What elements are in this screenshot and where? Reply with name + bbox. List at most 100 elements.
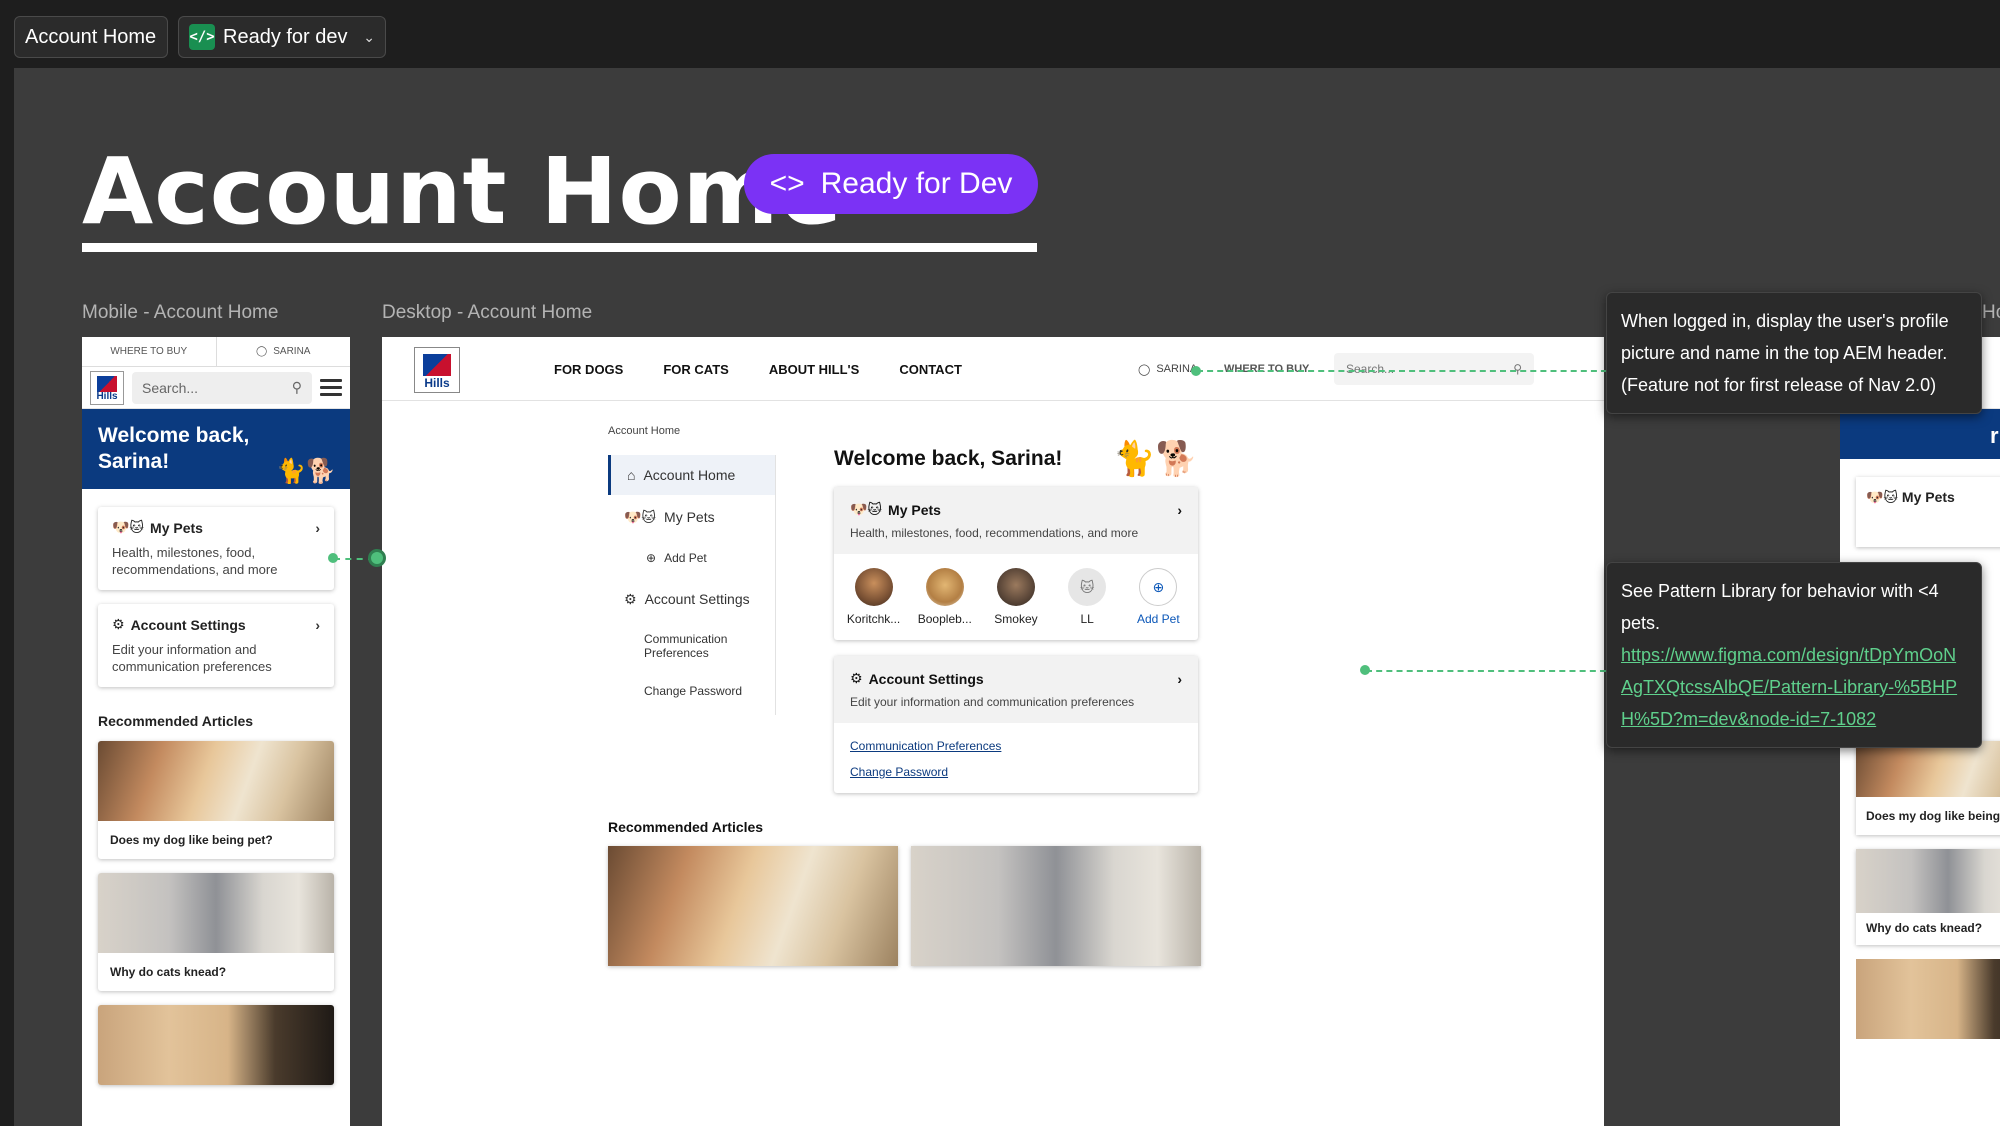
annotation-note-header-profile[interactable]: When logged in, display the user's profi… (1606, 292, 1982, 414)
hills-logo[interactable]: Hills (90, 370, 124, 405)
communication-preferences-link[interactable]: Communication Preferences (850, 739, 1182, 753)
search-input[interactable]: Search... ⚲ (132, 371, 312, 404)
account-main: Welcome back, Sarina! 🐈🐕 🐶🐱 My Pets › Heal… (834, 440, 1198, 793)
sidebar-item-account-settings[interactable]: ⚙ Account Settings (608, 577, 775, 621)
my-pets-card-header[interactable]: 🐶🐱 My Pets › Health, milestones, food, rec… (834, 487, 1198, 554)
pets-row: Koritchk... Boopleb... Smokey 🐱 LL ⊕ Add P… (834, 554, 1198, 640)
chevron-down-icon: ⌄ (363, 28, 375, 45)
chevron-right-icon: › (315, 519, 320, 536)
sidebar-item-communication-preferences[interactable]: Communication Preferences (608, 621, 738, 671)
desktop-frame[interactable]: Hills FOR DOGS FOR CATS ABOUT HILL'S CON… (382, 337, 1604, 1126)
paw-pets-icon: 🐶🐱 (112, 519, 145, 535)
right-my-pets-title: My Pets (1901, 489, 1955, 505)
sidebar-item-label: Communication Preferences (644, 632, 728, 660)
article-title: Does my dog like being pet? (110, 833, 273, 847)
code-brackets-icon: <> (769, 167, 805, 200)
sidebar-item-account-home[interactable]: ⌂ Account Home (608, 455, 775, 495)
welcome-heading: Welcome back, Sarina! (98, 424, 250, 473)
search-input[interactable]: Search... ⚲ (1334, 353, 1534, 385)
right-article-card[interactable]: Why do cats knead? (1856, 849, 2000, 945)
user-circle-icon: ◯ (256, 346, 268, 357)
code-icon: </> (189, 24, 215, 50)
pet-item[interactable]: Smokey (985, 568, 1047, 626)
search-placeholder: Search... (1346, 362, 1395, 376)
where-to-buy-link[interactable]: WHERE TO BUY (1224, 337, 1309, 401)
article-card[interactable] (98, 1005, 334, 1085)
nav-for-cats[interactable]: FOR CATS (663, 362, 728, 377)
settings-links: Communication Preferences Change Passwor… (834, 723, 1198, 793)
ready-for-dev-badge[interactable]: <> Ready for Dev (744, 154, 1038, 214)
right-welcome-banner: rir (1840, 409, 2000, 459)
user-menu[interactable]: ◯ SARINA (215, 337, 351, 366)
hamburger-menu-icon[interactable] (320, 379, 342, 396)
chevron-right-icon: › (1177, 501, 1182, 518)
nav-contact[interactable]: CONTACT (899, 362, 962, 377)
add-pet-label: Add Pet (1136, 612, 1180, 626)
pet-item[interactable]: 🐱 LL (1056, 568, 1118, 626)
article-card[interactable]: Does my dog like being pet? (98, 741, 334, 859)
gear-icon: ⚙ (850, 670, 863, 686)
page-chip[interactable]: Account Home (14, 16, 168, 58)
my-pets-title: My Pets (150, 519, 203, 536)
pet-name: LL (1080, 612, 1094, 626)
account-settings-card: ⚙ Account Settings › Edit your information… (834, 656, 1198, 793)
my-pets-subtitle: Health, milestones, food, recommendation… (850, 526, 1139, 540)
paw-pets-icon: 🐶🐱 (624, 508, 657, 525)
right-frame-label[interactable]: Ho (1982, 302, 2000, 324)
pet-item[interactable]: Boopleb... (914, 568, 976, 626)
annotation-connector (1197, 370, 1607, 372)
paw-pets-icon: 🐶🐱 (850, 501, 883, 517)
annotation-note-pattern-library[interactable]: See Pattern Library for behavior with <4… (1606, 562, 1982, 748)
pattern-library-link[interactable]: https://www.figma.com/design/tDpYmOoNAgT… (1621, 645, 1957, 729)
account-settings-title: Account Settings (868, 670, 984, 687)
welcome-text: Welcome back, Sarina! (834, 447, 1063, 470)
pet-avatar (925, 568, 964, 606)
search-icon: ⚲ (291, 379, 302, 395)
status-dropdown[interactable]: </> Ready for dev ⌄ (178, 16, 386, 58)
article-card[interactable] (608, 846, 898, 966)
logo-text: Hills (96, 390, 118, 402)
article-image (98, 873, 334, 953)
mobile-frame[interactable]: WHERE TO BUY ◯ SARINA Hills Search... ⚲ We… (82, 337, 350, 1126)
pet-avatar (996, 568, 1035, 606)
account-settings-subtitle: Edit your information and communication … (850, 695, 1135, 709)
connector-endpoint (328, 553, 338, 563)
gear-icon: ⚙ (624, 590, 637, 607)
article-card[interactable]: Why do cats knead? (98, 873, 334, 991)
account-sidebar: ⌂ Account Home 🐶🐱 My Pets ⊕ Add Pet ⚙ Accoun… (608, 455, 776, 715)
nav-for-dogs[interactable]: FOR DOGS (554, 362, 623, 377)
sidebar-item-add-pet[interactable]: ⊕ Add Pet (608, 539, 775, 577)
user-menu[interactable]: ◯ SARINA (1138, 337, 1197, 401)
plus-circle-icon: ⊕ (646, 551, 657, 565)
chevron-right-icon: › (1177, 670, 1182, 687)
pet-item[interactable]: Koritchk... (843, 568, 905, 626)
welcome-heading: Welcome back, Sarina! 🐈🐕 (834, 440, 1198, 487)
add-pet-button[interactable]: ⊕ Add Pet (1127, 568, 1189, 626)
where-to-buy-link[interactable]: WHERE TO BUY (82, 337, 216, 366)
desktop-frame-label[interactable]: Desktop - Account Home (382, 302, 592, 324)
right-article-card[interactable]: Does my dog like being (1856, 741, 2000, 835)
account-settings-card[interactable]: ⚙ Account Settings › Edit your information… (98, 604, 334, 687)
sidebar-item-label: Add Pet (664, 551, 707, 565)
sidebar-item-change-password[interactable]: Change Password (608, 671, 775, 711)
my-pets-card[interactable]: 🐶🐱 My Pets › Health, milestones, food, rec… (98, 507, 334, 590)
pet-name: Boopleb... (917, 612, 972, 626)
article-image (98, 1005, 334, 1085)
home-icon: ⌂ (627, 467, 636, 483)
hills-logo[interactable]: Hills (414, 347, 460, 393)
gear-icon: ⚙ (112, 616, 125, 632)
desktop-header: Hills FOR DOGS FOR CATS ABOUT HILL'S CON… (382, 337, 1604, 401)
breadcrumb[interactable]: Account Home (608, 425, 680, 437)
title-underline (82, 243, 1037, 252)
sidebar-item-my-pets[interactable]: 🐶🐱 My Pets (608, 495, 775, 539)
right-my-pets-card[interactable]: 🐶🐱 My Pets (1856, 477, 2000, 547)
pet-avatar (854, 568, 893, 606)
mobile-frame-label[interactable]: Mobile - Account Home (82, 302, 278, 324)
user-circle-icon: ◯ (1138, 363, 1151, 376)
paw-pets-icon: 🐶🐱 (1866, 489, 1902, 505)
article-card[interactable] (911, 846, 1201, 966)
article-title: Why do cats knead? (1866, 921, 1983, 935)
nav-about-hills[interactable]: ABOUT HILL'S (769, 362, 859, 377)
change-password-link[interactable]: Change Password (850, 765, 1182, 779)
account-settings-card-header[interactable]: ⚙ Account Settings › Edit your information… (834, 656, 1198, 723)
